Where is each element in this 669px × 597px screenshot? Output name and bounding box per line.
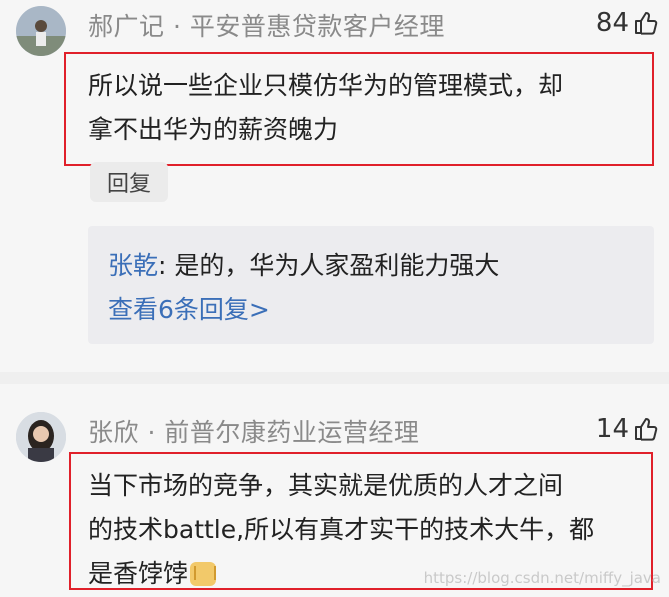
thumbs-up-icon [633, 10, 659, 36]
like-button[interactable]: 84 [596, 8, 659, 38]
comment-author[interactable]: 郝广记 · 平安普惠贷款客户经理 [88, 7, 445, 43]
avatar[interactable] [16, 6, 66, 56]
view-more-replies-link[interactable]: 查看6条回复> [108, 290, 270, 326]
highlight-box [64, 52, 654, 166]
comment-card: 郝广记 · 平安普惠贷款客户经理 84 所以说一些企业只模仿华为的管理模式，却 … [0, 0, 669, 372]
sub-replies-panel: 张乾: 是的，华为人家盈利能力强大 查看6条回复> [88, 226, 654, 344]
reply-button[interactable]: 回复 [90, 162, 168, 202]
avatar[interactable] [16, 412, 66, 462]
comment-card: 张欣 · 前普尔康药业运营经理 14 当下市场的竞争，其实就是优质的人才之间 的… [0, 384, 669, 597]
like-count: 14 [595, 414, 629, 444]
avatar-image-icon [16, 412, 66, 462]
avatar-image-icon [16, 6, 66, 56]
like-count: 84 [595, 8, 629, 38]
sub-reply-author[interactable]: 张乾 [108, 251, 158, 280]
thumbs-up-icon [633, 416, 659, 442]
sub-reply: 张乾: 是的，华为人家盈利能力强大 [108, 246, 499, 282]
like-button[interactable]: 14 [596, 414, 659, 444]
comment-author[interactable]: 张欣 · 前普尔康药业运营经理 [88, 413, 419, 449]
comment-divider [0, 372, 669, 384]
watermark: https://blog.csdn.net/miffy_java [423, 569, 661, 587]
sub-reply-text: : 是的，华为人家盈利能力强大 [158, 251, 500, 280]
